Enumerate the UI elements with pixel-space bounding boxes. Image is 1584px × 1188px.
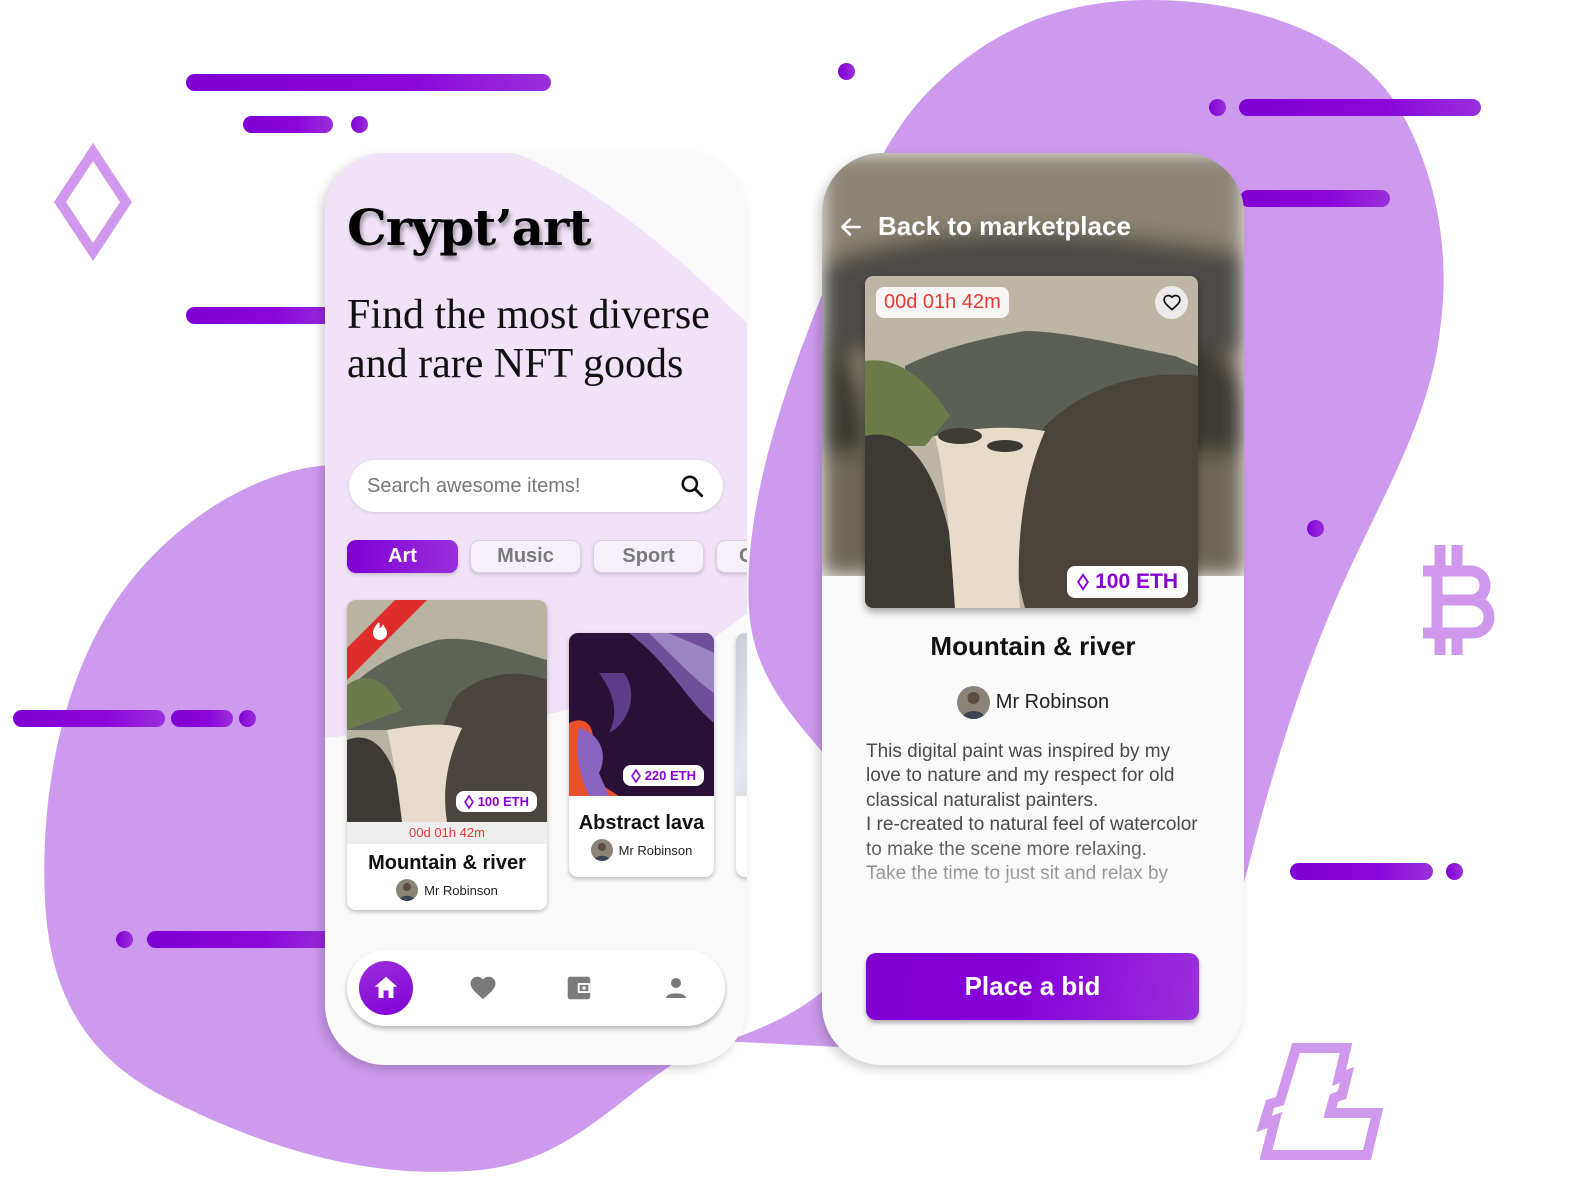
decor-dot — [116, 931, 133, 948]
place-bid-button[interactable]: Place a bid — [866, 953, 1199, 1020]
decor-dot — [1209, 99, 1226, 116]
category-tabs: Art Music Sport G — [347, 540, 747, 573]
tab-sport[interactable]: Sport — [593, 540, 704, 573]
nav-home[interactable] — [359, 961, 413, 1015]
artwork-title: Mountain & river — [930, 631, 1136, 661]
price-badge: 100 ETH — [455, 791, 537, 812]
decor-bar — [1290, 863, 1433, 880]
creator-name: Mr Robinson — [995, 691, 1110, 713]
decor-bar — [147, 931, 337, 948]
decor-bar — [1239, 99, 1481, 116]
eth-diamond-icon — [463, 794, 474, 809]
artwork-image: 220 ETH — [569, 633, 714, 796]
decor-dot — [351, 116, 368, 133]
creator-name: Mr Robinson — [618, 842, 693, 858]
nav-favorites[interactable] — [456, 961, 510, 1015]
decor-dot — [239, 710, 256, 727]
decor-bar — [186, 74, 551, 91]
heart-icon — [470, 976, 496, 1000]
artwork-image — [865, 276, 1198, 608]
card-title: Mountain & river — [368, 852, 526, 874]
ethereum-diamond-icon — [54, 142, 132, 262]
avatar — [396, 879, 419, 901]
decor-dot — [1446, 863, 1463, 880]
artwork-description: This digital paint was inspired by my lo… — [866, 741, 1198, 885]
bottom-navigation — [347, 950, 725, 1026]
decor-bar — [1240, 190, 1390, 207]
home-icon — [374, 976, 398, 998]
decor-bar — [243, 116, 333, 133]
creator-info: Mr Robinson — [569, 839, 714, 861]
search-input[interactable] — [367, 474, 679, 498]
bitcoin-icon — [1423, 545, 1495, 655]
decor-dot — [1307, 520, 1324, 537]
favorite-button[interactable] — [1155, 286, 1188, 319]
back-to-marketplace-link[interactable]: Back to marketplace — [838, 211, 1131, 242]
nav-profile[interactable] — [649, 961, 703, 1015]
litecoin-icon — [1256, 1043, 1384, 1160]
decor-bar — [13, 710, 165, 727]
eth-diamond-icon — [1077, 573, 1090, 591]
price-value: 100 ETH — [477, 794, 529, 809]
search-bar[interactable] — [349, 460, 723, 512]
artwork-frame: 00d 01h 42m 100 ETH — [865, 276, 1198, 608]
detail-screen: Back to marketplace 00d 01h 42m 100 ETH … — [822, 153, 1244, 1065]
marketplace-screen: Crypt’art Find the most diverse and rare… — [325, 153, 747, 1065]
card-title: Abstract lava — [578, 812, 705, 834]
price-badge: 220 ETH — [622, 765, 704, 786]
hot-ribbon — [347, 600, 427, 680]
creator-info: Mr Robinson — [347, 879, 547, 901]
arrow-left-icon — [841, 217, 861, 236]
creator-info[interactable]: Mr Robinson — [822, 686, 1244, 719]
decor-dot — [838, 63, 855, 80]
nft-card[interactable] — [736, 633, 747, 877]
nav-wallet[interactable] — [552, 961, 606, 1015]
price-value: 220 ETH — [644, 768, 696, 783]
wallet-icon — [568, 976, 591, 1000]
brand-logo: Crypt’art — [347, 198, 591, 257]
artwork-image: 100 ETH — [347, 600, 547, 822]
auction-timer: 00d 01h 42m — [347, 822, 547, 844]
tab-art[interactable]: Art — [347, 540, 458, 573]
price-badge: 100 ETH — [1067, 566, 1188, 598]
back-label: Back to marketplace — [878, 211, 1131, 241]
avatar — [956, 686, 990, 719]
nft-card[interactable]: 100 ETH 00d 01h 42m Mountain & river Mr … — [347, 600, 547, 910]
heart-outline-icon — [1162, 294, 1181, 311]
decor-bar — [186, 307, 336, 324]
eth-diamond-icon — [630, 768, 641, 783]
tab-music[interactable]: Music — [470, 540, 581, 573]
tab-more[interactable]: G — [716, 540, 747, 573]
background-decoration — [44, 0, 1495, 1172]
search-icon[interactable] — [679, 473, 705, 499]
avatar — [590, 839, 613, 861]
decor-bar — [171, 710, 233, 727]
price-value: 100 ETH — [1095, 570, 1178, 593]
page-headline: Find the most diverse and rare NFT goods — [347, 292, 710, 387]
person-icon — [665, 978, 686, 998]
auction-timer: 00d 01h 42m — [876, 287, 1009, 318]
nft-card[interactable]: 220 ETH Abstract lava Mr Robinson — [569, 633, 714, 877]
creator-name: Mr Robinson — [424, 882, 498, 898]
artwork-image — [736, 633, 747, 796]
